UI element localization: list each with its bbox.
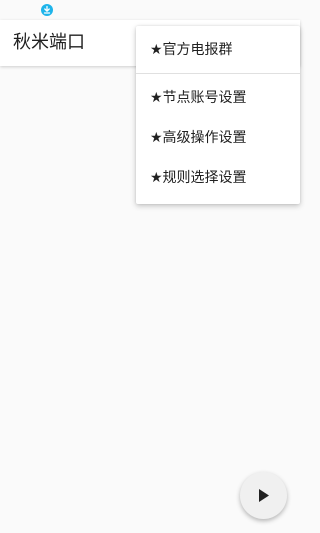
play-icon — [259, 489, 269, 502]
status-bar — [0, 0, 300, 20]
menu-divider — [136, 73, 300, 74]
play-button[interactable] — [240, 472, 287, 519]
menu-item-rule-settings[interactable]: ★规则选择设置 — [136, 158, 300, 198]
overflow-menu: ★官方电报群 ★节点账号设置 ★高级操作设置 ★规则选择设置 — [136, 26, 300, 204]
menu-item-telegram-group[interactable]: ★官方电报群 — [136, 30, 300, 70]
menu-item-advanced-settings[interactable]: ★高级操作设置 — [136, 118, 300, 158]
download-icon — [41, 4, 53, 16]
app-title: 秋米端口 — [13, 32, 85, 53]
menu-item-node-account-settings[interactable]: ★节点账号设置 — [136, 78, 300, 118]
